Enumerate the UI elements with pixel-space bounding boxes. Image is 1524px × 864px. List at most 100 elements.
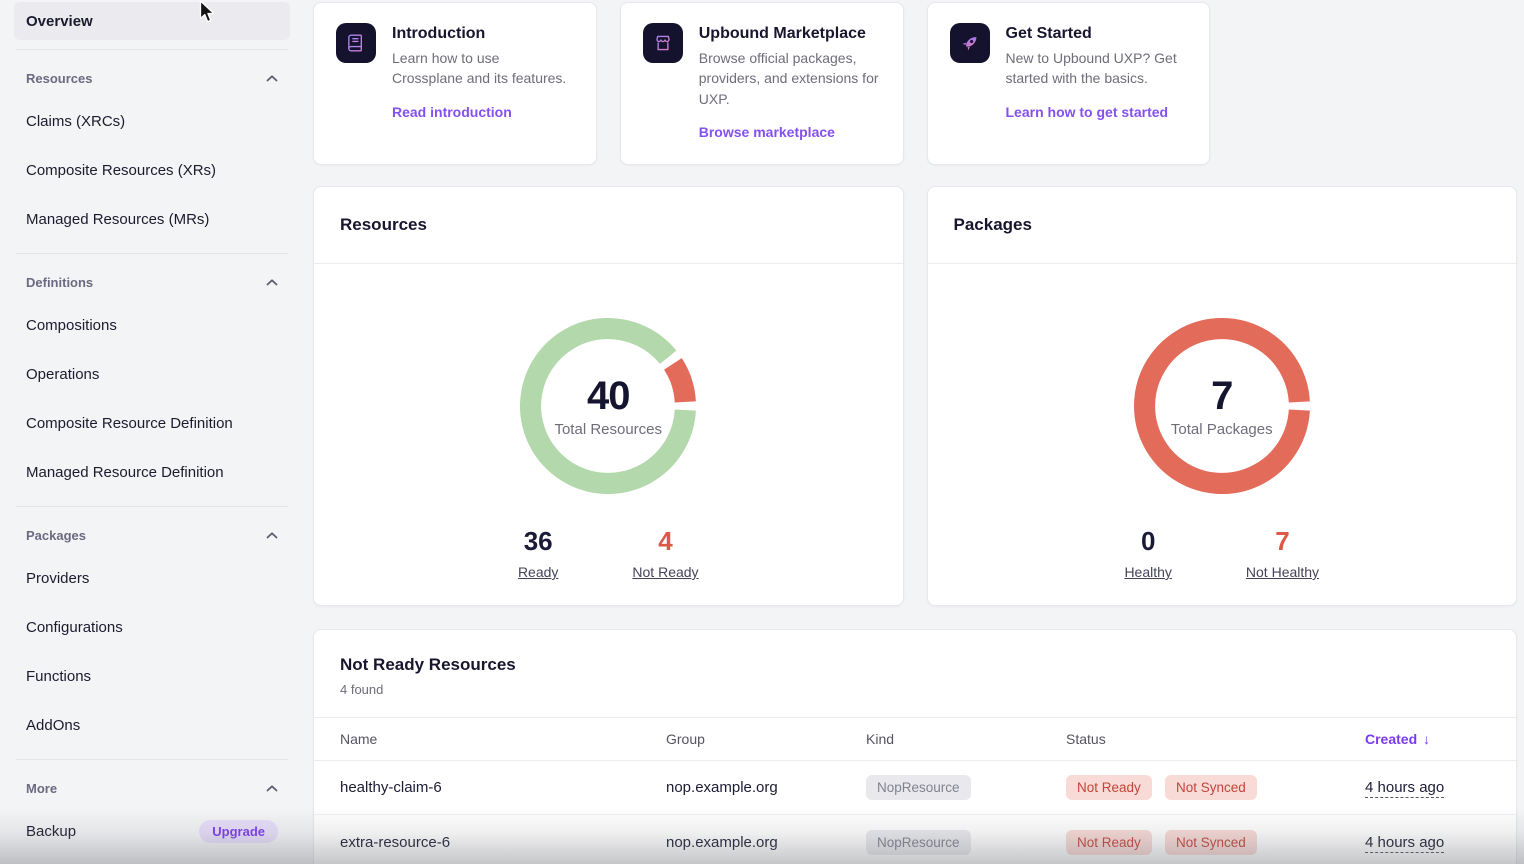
column-header-kind[interactable]: Kind <box>866 731 1066 747</box>
resources-donut-chart: 40 Total Resources <box>520 318 696 494</box>
status-badge-not-synced: Not Synced <box>1165 775 1257 800</box>
sidebar-item-functions[interactable]: Functions <box>14 652 290 701</box>
total-label: Total Packages <box>1171 421 1273 438</box>
donut-center: 7 Total Packages <box>1134 318 1310 494</box>
card-description: Browse official packages, providers, and… <box>699 48 881 109</box>
result-count: 4 found <box>340 682 1490 697</box>
column-header-label: Created <box>1365 731 1417 747</box>
sidebar-item-managed-resource-definition[interactable]: Managed Resource Definition <box>14 448 290 497</box>
not-healthy-link[interactable]: Not Healthy <box>1246 564 1319 580</box>
chevron-up-icon <box>266 532 278 539</box>
status-badge-not-ready: Not Ready <box>1066 830 1152 855</box>
chevron-up-icon <box>266 785 278 792</box>
stat-not-healthy: 7 Not Healthy <box>1246 526 1319 582</box>
sidebar-item-label: Providers <box>26 570 89 587</box>
sidebar-item-label: Composite Resources (XRs) <box>26 162 216 179</box>
cell-name: extra-resource-6 <box>340 834 666 851</box>
stat-value: 0 <box>1124 526 1171 557</box>
sidebar-item-claims-xrcs[interactable]: Claims (XRCs) <box>14 97 290 146</box>
marketplace-card: Upbound Marketplace Browse official pack… <box>620 2 904 165</box>
sidebar-divider <box>16 49 288 50</box>
card-header: Resources <box>314 187 903 264</box>
sidebar-item-label: Overview <box>26 13 93 30</box>
sidebar-divider <box>16 253 288 254</box>
card-title: Get Started <box>1006 23 1188 43</box>
cell-kind: NopResource <box>866 775 1066 800</box>
not-ready-link[interactable]: Not Ready <box>632 564 698 580</box>
sidebar: Overview Resources Claims (XRCs) Composi… <box>0 0 305 864</box>
column-header-group[interactable]: Group <box>666 731 866 747</box>
stat-healthy: 0 Healthy <box>1124 526 1171 582</box>
stat-value: 7 <box>1246 526 1319 557</box>
upgrade-badge[interactable]: Upgrade <box>199 820 278 843</box>
resources-chart-card: Resources 40 Total Resources 36 Ready <box>313 186 904 606</box>
not-ready-resources-card: Not Ready Resources 4 found Name Group K… <box>313 629 1517 864</box>
sidebar-item-providers[interactable]: Providers <box>14 554 290 603</box>
sidebar-item-label: AddOns <box>26 717 80 734</box>
card-header: Packages <box>928 187 1517 264</box>
read-introduction-link[interactable]: Read introduction <box>392 104 512 120</box>
sidebar-section-packages[interactable]: Packages <box>14 516 290 554</box>
status-badge-not-ready: Not Ready <box>1066 775 1152 800</box>
rocket-icon <box>950 23 990 63</box>
created-time-link[interactable]: 4 hours ago <box>1365 834 1444 853</box>
card-title: Upbound Marketplace <box>699 23 881 43</box>
created-time-link[interactable]: 4 hours ago <box>1365 779 1444 798</box>
status-badge-not-synced: Not Synced <box>1165 830 1257 855</box>
section-label: Resources <box>26 71 92 86</box>
section-label: Definitions <box>26 275 93 290</box>
cell-status: Not Ready Not Synced <box>1066 775 1365 800</box>
cell-group: nop.example.org <box>666 834 866 851</box>
table-row[interactable]: healthy-claim-6 nop.example.org NopResou… <box>314 761 1516 815</box>
sidebar-item-composite-resources-xrs[interactable]: Composite Resources (XRs) <box>14 146 290 195</box>
sidebar-item-label: Managed Resources (MRs) <box>26 211 209 228</box>
sidebar-item-configurations[interactable]: Configurations <box>14 603 290 652</box>
column-header-created[interactable]: Created↓ <box>1365 731 1490 747</box>
introduction-card: Introduction Learn how to use Crossplane… <box>313 2 597 165</box>
cell-status: Not Ready Not Synced <box>1066 830 1365 855</box>
sidebar-item-label: Backup <box>26 823 76 840</box>
sidebar-section-more[interactable]: More <box>14 769 290 807</box>
sidebar-item-backup[interactable]: Backup Upgrade <box>14 807 290 856</box>
total-count: 7 <box>1211 374 1232 419</box>
section-label: More <box>26 781 57 796</box>
column-header-name[interactable]: Name <box>340 731 666 747</box>
ready-link[interactable]: Ready <box>518 564 558 580</box>
healthy-link[interactable]: Healthy <box>1124 564 1171 580</box>
sidebar-item-managed-resources-mrs[interactable]: Managed Resources (MRs) <box>14 195 290 244</box>
sidebar-item-operations[interactable]: Operations <box>14 350 290 399</box>
card-description: New to Upbound UXP? Get started with the… <box>1006 48 1188 89</box>
donut-center: 40 Total Resources <box>520 318 696 494</box>
sidebar-section-definitions[interactable]: Definitions <box>14 263 290 301</box>
table-title: Not Ready Resources <box>340 655 1490 675</box>
storefront-icon <box>643 23 683 63</box>
sidebar-item-label: Managed Resource Definition <box>26 464 224 481</box>
section-label: Packages <box>26 528 86 543</box>
sidebar-item-label: Claims (XRCs) <box>26 113 125 130</box>
sidebar-item-overview[interactable]: Overview <box>14 2 290 40</box>
sidebar-item-addons[interactable]: AddOns <box>14 701 290 750</box>
kind-badge: NopResource <box>866 830 971 855</box>
column-header-status[interactable]: Status <box>1066 731 1365 747</box>
browse-marketplace-link[interactable]: Browse marketplace <box>699 124 835 140</box>
chevron-up-icon <box>266 279 278 286</box>
sidebar-item-label: Compositions <box>26 317 117 334</box>
sidebar-item-label: Composite Resource Definition <box>26 415 233 432</box>
app-root: Overview Resources Claims (XRCs) Composi… <box>0 0 1524 864</box>
sidebar-item-composite-resource-definition[interactable]: Composite Resource Definition <box>14 399 290 448</box>
sidebar-item-compositions[interactable]: Compositions <box>14 301 290 350</box>
sidebar-divider <box>16 759 288 760</box>
chart-card-row: Resources 40 Total Resources 36 Ready <box>313 186 1517 606</box>
cell-name: healthy-claim-6 <box>340 779 666 796</box>
chevron-up-icon <box>266 75 278 82</box>
get-started-card: Get Started New to Upbound UXP? Get star… <box>927 2 1211 165</box>
table-row[interactable]: extra-resource-6 nop.example.org NopReso… <box>314 815 1516 864</box>
kind-badge: NopResource <box>866 775 971 800</box>
stat-ready: 36 Ready <box>518 526 558 582</box>
main-content: Introduction Learn how to use Crossplane… <box>313 2 1517 864</box>
stat-not-ready: 4 Not Ready <box>632 526 698 582</box>
sidebar-item-label: Operations <box>26 366 99 383</box>
learn-get-started-link[interactable]: Learn how to get started <box>1006 104 1169 120</box>
sidebar-section-resources[interactable]: Resources <box>14 59 290 97</box>
stat-value: 36 <box>518 526 558 557</box>
